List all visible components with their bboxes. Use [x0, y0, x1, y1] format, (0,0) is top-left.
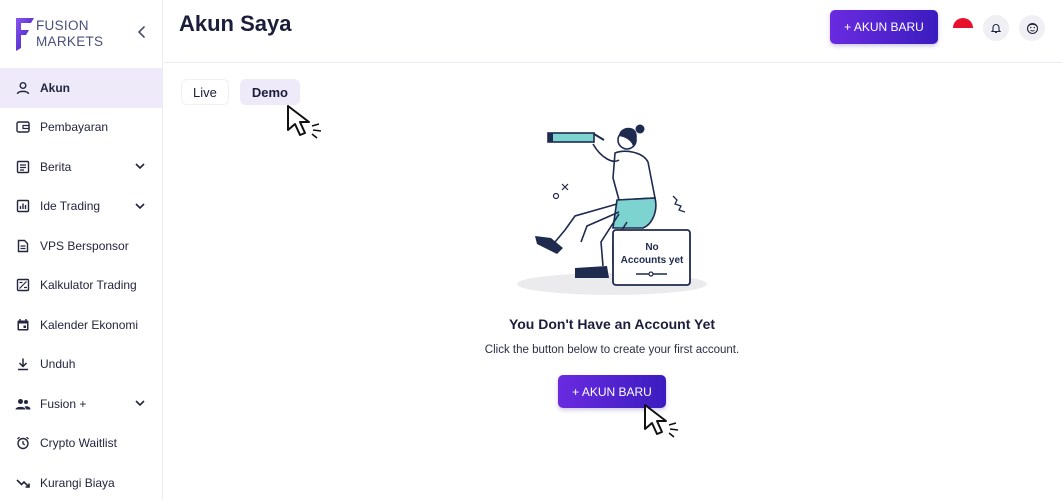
sidebar-item-kalkulator-trading[interactable]: Kalkulator Trading: [0, 266, 162, 306]
brand-line-1: FUSION: [36, 18, 89, 33]
sidebar-item-label: Kurangi Biaya: [40, 475, 115, 490]
tab-live[interactable]: Live: [181, 79, 229, 105]
avatar-icon: [1026, 22, 1038, 34]
users-icon: [15, 396, 31, 412]
mouse-cursor-icon: [287, 105, 322, 139]
sidebar-item-pembayaran[interactable]: Pembayaran: [0, 108, 162, 148]
account-type-tabs: Live Demo: [181, 79, 300, 105]
top-header: Akun Saya + AKUN BARU: [163, 0, 1062, 63]
chevron-down-icon[interactable]: [134, 160, 146, 172]
sidebar: FUSION MARKETS Akun Pembayaran Berita Id…: [0, 0, 163, 500]
bell-icon: [990, 24, 1002, 34]
brand-line-2: MARKETS: [36, 34, 104, 49]
sidebar-item-label: Kalender Ekonomi: [40, 317, 139, 332]
flag-white-stripe: [953, 28, 973, 38]
app-root: FUSION MARKETS Akun Pembayaran Berita Id…: [0, 0, 1062, 500]
sidebar-item-label: Crypto Waitlist: [40, 436, 117, 451]
sidebar-item-label: VPS Bersponsor: [40, 238, 129, 253]
chevron-down-icon[interactable]: [134, 200, 146, 212]
sidebar-item-ide-trading[interactable]: Ide Trading: [0, 187, 162, 227]
sidebar-item-label: Akun: [40, 80, 70, 95]
profile-button[interactable]: [1019, 15, 1045, 41]
calculator-icon: [15, 277, 31, 293]
sidebar-item-label: Kalkulator Trading: [40, 278, 137, 293]
trending-down-icon: [15, 475, 31, 491]
page-title: Akun Saya: [179, 11, 292, 36]
brand-logo[interactable]: FUSION MARKETS: [14, 16, 134, 52]
tab-demo[interactable]: Demo: [239, 79, 300, 105]
new-account-header-button[interactable]: + AKUN BARU: [830, 10, 938, 44]
empty-state-illustration: No Accounts yet: [517, 124, 707, 295]
sidebar-item-label: Fusion +: [40, 396, 87, 411]
sidebar-item-vps-bersponsor[interactable]: VPS Bersponsor: [0, 226, 162, 266]
new-account-button[interactable]: + AKUN BARU: [558, 375, 666, 408]
indonesia-flag-icon[interactable]: [953, 18, 973, 38]
download-icon: [15, 356, 31, 372]
wallet-icon: [15, 119, 31, 135]
sidebar-item-kurangi-biaya[interactable]: Kurangi Biaya: [0, 463, 162, 500]
calendar-icon: [15, 317, 31, 333]
sidebar-item-crypto-waitlist[interactable]: Crypto Waitlist: [0, 424, 162, 464]
flag-red-stripe: [953, 18, 973, 28]
user-icon: [15, 80, 31, 96]
sidebar-item-berita[interactable]: Berita: [0, 147, 162, 187]
sidebar-item-kalender-ekonomi[interactable]: Kalender Ekonomi: [0, 305, 162, 345]
empty-state-subtitle: Click the button below to create your fi…: [484, 344, 740, 356]
sidebar-item-label: Unduh: [40, 357, 76, 372]
bar-chart-icon: [15, 198, 31, 214]
sidebar-item-akun[interactable]: Akun: [0, 68, 162, 108]
sidebar-item-unduh[interactable]: Unduh: [0, 345, 162, 385]
collapse-sidebar-icon[interactable]: [134, 24, 150, 40]
sidebar-item-fusion-plus[interactable]: Fusion +: [0, 384, 162, 424]
empty-state-title: You Don't Have an Account Yet: [508, 316, 716, 332]
sidebar-item-label: Pembayaran: [40, 120, 109, 135]
illustration-text-line-1: No: [645, 242, 658, 253]
sidebar-item-label: Berita: [40, 159, 72, 174]
newspaper-icon: [15, 159, 31, 175]
notifications-button[interactable]: [983, 15, 1009, 41]
chevron-down-icon[interactable]: [134, 397, 146, 409]
sidebar-nav: Akun Pembayaran Berita Ide Trading VPS B…: [0, 68, 162, 500]
mouse-cursor-icon: [644, 404, 679, 438]
sidebar-item-label: Ide Trading: [40, 199, 101, 214]
alarm-clock-icon: [15, 435, 31, 451]
brand-name: FUSION MARKETS: [36, 18, 103, 50]
document-icon: [15, 238, 31, 254]
illustration-text-line-2: Accounts yet: [621, 255, 684, 266]
